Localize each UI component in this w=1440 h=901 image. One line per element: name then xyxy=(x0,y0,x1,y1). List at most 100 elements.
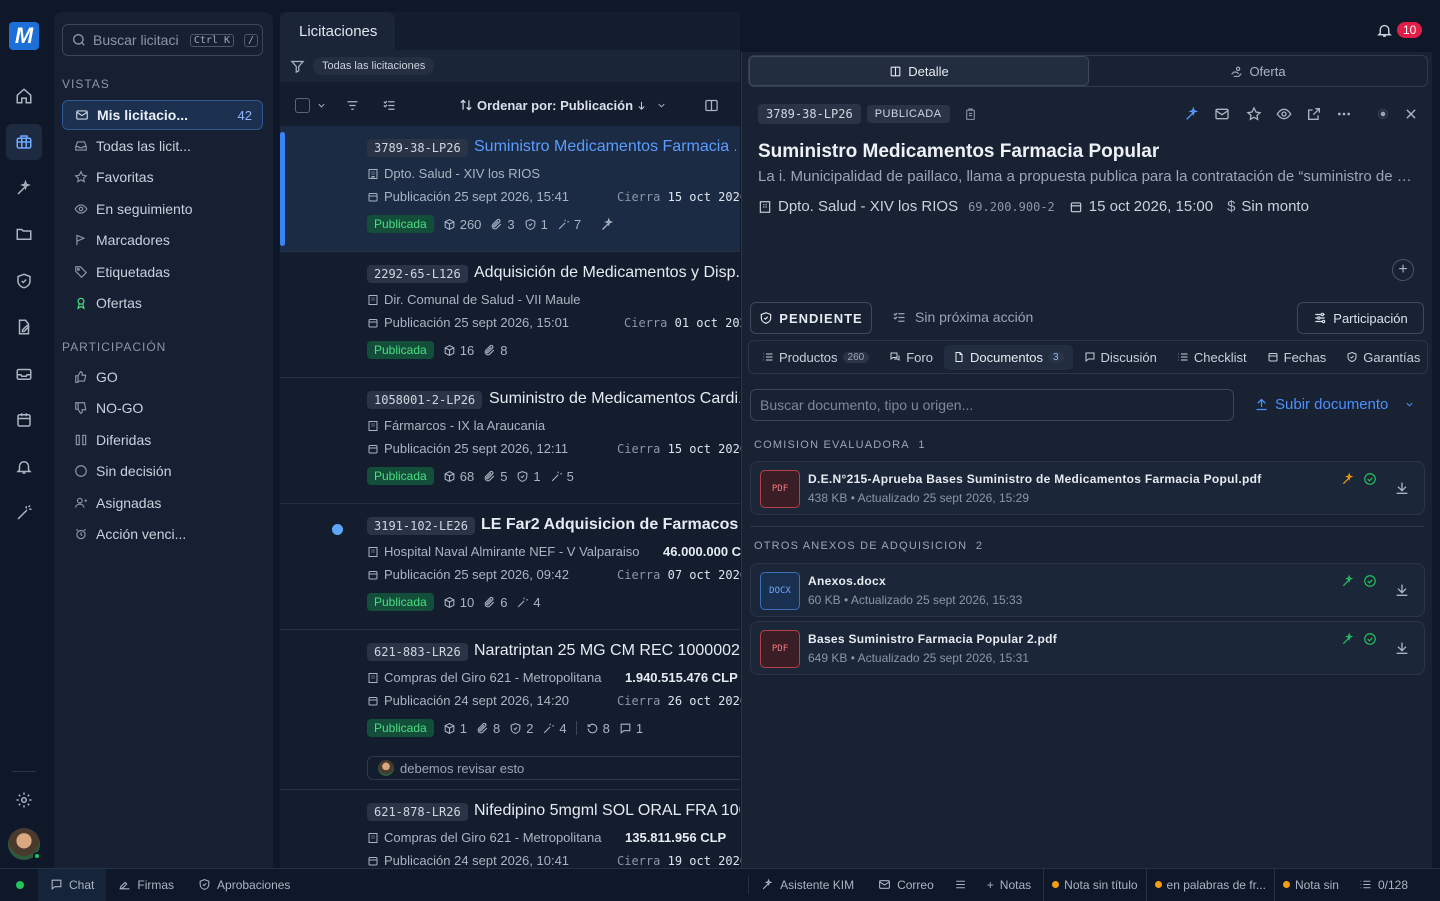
menu-icon[interactable] xyxy=(946,869,975,901)
tab-productos[interactable]: Productos 260 xyxy=(753,345,878,370)
bell-icon[interactable] xyxy=(1376,22,1393,39)
note-tab[interactable]: Nota sin título xyxy=(1043,868,1145,901)
bell-icon[interactable] xyxy=(6,449,42,485)
sidebar-item-etiquetadas[interactable]: Etiquetadas xyxy=(62,257,263,287)
filter-icon[interactable] xyxy=(290,59,305,74)
mail-icon[interactable] xyxy=(1214,106,1230,122)
tender-card[interactable]: 621-878-LR26 Nifedipino 5mgml SOL ORAL F… xyxy=(280,790,747,868)
sparkle-wand-icon[interactable] xyxy=(1341,574,1355,588)
more-dots-icon[interactable] xyxy=(1336,106,1352,122)
note-tab[interactable]: Nota sin xyxy=(1273,868,1347,901)
folder-icon[interactable] xyxy=(6,216,42,252)
sidebar-item-favoritas[interactable]: Favoritas xyxy=(62,162,263,192)
list-check-icon[interactable] xyxy=(382,98,397,113)
next-action[interactable]: Sin próxima acción xyxy=(892,309,1033,325)
sparkle-wand-icon[interactable] xyxy=(1341,472,1355,486)
sort-label[interactable]: Ordenar por: Publicación xyxy=(477,98,633,113)
sidebar-item-asignadas[interactable]: Asignadas xyxy=(62,488,263,518)
tender-card[interactable]: 2292-65-L126 Adquisición de Medicamentos… xyxy=(280,252,747,378)
sidebar-item-diferidas[interactable]: Diferidas xyxy=(62,425,263,455)
tab-fechas[interactable]: Fechas xyxy=(1258,345,1336,370)
sparkle-wand-icon[interactable] xyxy=(600,217,615,232)
aprobaciones-button[interactable]: Aprobaciones xyxy=(186,869,302,901)
chevron-down-icon[interactable] xyxy=(656,100,667,111)
sidebar-item-ofertas[interactable]: Ofertas xyxy=(62,288,263,318)
eye-icon[interactable] xyxy=(1276,106,1292,122)
participation-button[interactable]: Participación xyxy=(1297,302,1424,334)
filter-lines-icon[interactable] xyxy=(345,98,360,113)
correo-button[interactable]: Correo xyxy=(866,869,946,901)
notification-count-badge[interactable]: 10 xyxy=(1397,22,1423,38)
inbox-icon[interactable] xyxy=(6,356,42,392)
gear-icon[interactable] xyxy=(6,782,42,818)
sidebar-item-sin-decision[interactable]: Sin decisión xyxy=(62,456,263,486)
tender-card[interactable]: 3789-38-LP26 Suministro Medicamentos Far… xyxy=(280,126,747,252)
sidebar-item-no-go[interactable]: NO-GO xyxy=(62,393,263,423)
note-tab[interactable]: en palabras de fr... xyxy=(1145,868,1274,901)
tab-licitaciones[interactable]: Licitaciones xyxy=(280,12,395,50)
sidebar-item-accion-vencida[interactable]: Acción venci... xyxy=(62,519,263,549)
tender-title[interactable]: Adquisición de Medicamentos y Disp... xyxy=(474,264,740,282)
tab-discusion[interactable]: Discusión xyxy=(1075,345,1166,370)
sidebar-item-seguimiento[interactable]: En seguimiento xyxy=(62,194,263,224)
clipboard-icon[interactable] xyxy=(964,108,977,121)
tab-checklist[interactable]: Checklist xyxy=(1168,345,1256,370)
sidebar-item-todas[interactable]: Todas las licit... xyxy=(62,131,263,161)
document-edit-icon[interactable] xyxy=(6,309,42,345)
record-dot-icon[interactable] xyxy=(1376,107,1390,121)
tender-title[interactable]: Nifedipino 5mgml SOL ORAL FRA 100... xyxy=(474,802,740,820)
calendar-icon[interactable] xyxy=(6,402,42,438)
chat-button[interactable]: Chat xyxy=(38,868,107,901)
download-icon[interactable] xyxy=(1394,480,1410,496)
tab-foro[interactable]: Foro xyxy=(880,345,942,370)
magic-wand-icon[interactable] xyxy=(6,495,42,531)
download-icon[interactable] xyxy=(1394,640,1410,656)
briefcase-icon[interactable] xyxy=(6,124,42,160)
sparkle-wand-icon[interactable] xyxy=(1341,632,1355,646)
tender-title[interactable]: Naratriptan 25 MG CM REC 1000002... xyxy=(474,642,740,660)
tab-oferta[interactable]: Oferta xyxy=(1089,56,1427,86)
notes-counter[interactable]: 0/128 xyxy=(1347,869,1440,901)
tender-title[interactable]: Suministro Medicamentos Farmacia ... xyxy=(474,138,736,156)
filter-chip-todas[interactable]: Todas las licitaciones xyxy=(313,57,435,75)
tender-card[interactable]: 3191-102-LE26 LE Far2 Adquisicion de Far… xyxy=(280,504,747,630)
add-button[interactable]: + xyxy=(1392,259,1414,281)
notas-button[interactable]: + Notas xyxy=(975,869,1043,901)
upload-document-button[interactable]: Subir documento xyxy=(1254,396,1415,413)
external-link-icon[interactable] xyxy=(1306,106,1322,122)
document-search-input[interactable]: Buscar documento, tipo u origen... xyxy=(750,389,1234,421)
star-icon[interactable] xyxy=(1246,106,1262,122)
sort-icon[interactable] xyxy=(459,98,473,112)
panel-toggle-icon[interactable] xyxy=(704,98,719,113)
sparkle-wand-icon[interactable] xyxy=(6,170,42,206)
document-row[interactable]: DOCX Anexos.docx 60 KB • Actualizado 25 … xyxy=(750,563,1425,617)
tender-note[interactable]: debemos revisar esto xyxy=(367,756,740,780)
document-row[interactable]: PDF Bases Suministro Farmacia Popular 2.… xyxy=(750,621,1425,675)
document-name[interactable]: Bases Suministro Farmacia Popular 2.pdf xyxy=(808,632,1057,646)
pending-status-button[interactable]: PENDIENTE xyxy=(750,302,872,334)
tab-garantias[interactable]: Garantías xyxy=(1337,345,1427,370)
tender-title[interactable]: Suministro de Medicamentos Cardi... xyxy=(489,390,740,408)
tender-title[interactable]: LE Far2 Adquisicion de Farmacos xyxy=(481,516,740,534)
detail-org[interactable]: Dpto. Salud - XIV los RIOS xyxy=(778,198,958,215)
sidebar-item-mis-licitaciones[interactable]: Mis licitacio... 42 xyxy=(62,100,263,130)
select-all-checkbox[interactable] xyxy=(295,97,310,113)
sidebar-item-go[interactable]: GO xyxy=(62,362,263,392)
home-icon[interactable] xyxy=(6,78,42,114)
document-row[interactable]: PDF D.E.N°215-Aprueba Bases Suministro d… xyxy=(750,461,1425,515)
document-name[interactable]: D.E.N°215-Aprueba Bases Suministro de Me… xyxy=(808,472,1262,486)
tender-card[interactable]: 1058001-2-LP26 Suministro de Medicamento… xyxy=(280,378,747,504)
sidebar-search-input[interactable]: Buscar licitaci Ctrl K / xyxy=(62,24,263,56)
tender-card[interactable]: 621-883-LR26 Naratriptan 25 MG CM REC 10… xyxy=(280,630,747,790)
app-logo[interactable]: M xyxy=(9,22,39,50)
shield-icon[interactable] xyxy=(6,263,42,299)
tab-detalle[interactable]: Detalle xyxy=(749,56,1089,86)
sidebar-item-marcadores[interactable]: Marcadores xyxy=(62,225,263,255)
document-name[interactable]: Anexos.docx xyxy=(808,574,886,588)
tab-documentos[interactable]: Documentos 3 xyxy=(943,344,1073,370)
chevron-down-icon[interactable] xyxy=(316,100,327,111)
close-icon[interactable] xyxy=(1404,107,1418,121)
firmas-button[interactable]: Firmas xyxy=(106,869,186,901)
asistente-button[interactable]: Asistente KIM xyxy=(749,869,866,901)
detail-code[interactable]: 3789-38-LP26 xyxy=(758,104,861,124)
